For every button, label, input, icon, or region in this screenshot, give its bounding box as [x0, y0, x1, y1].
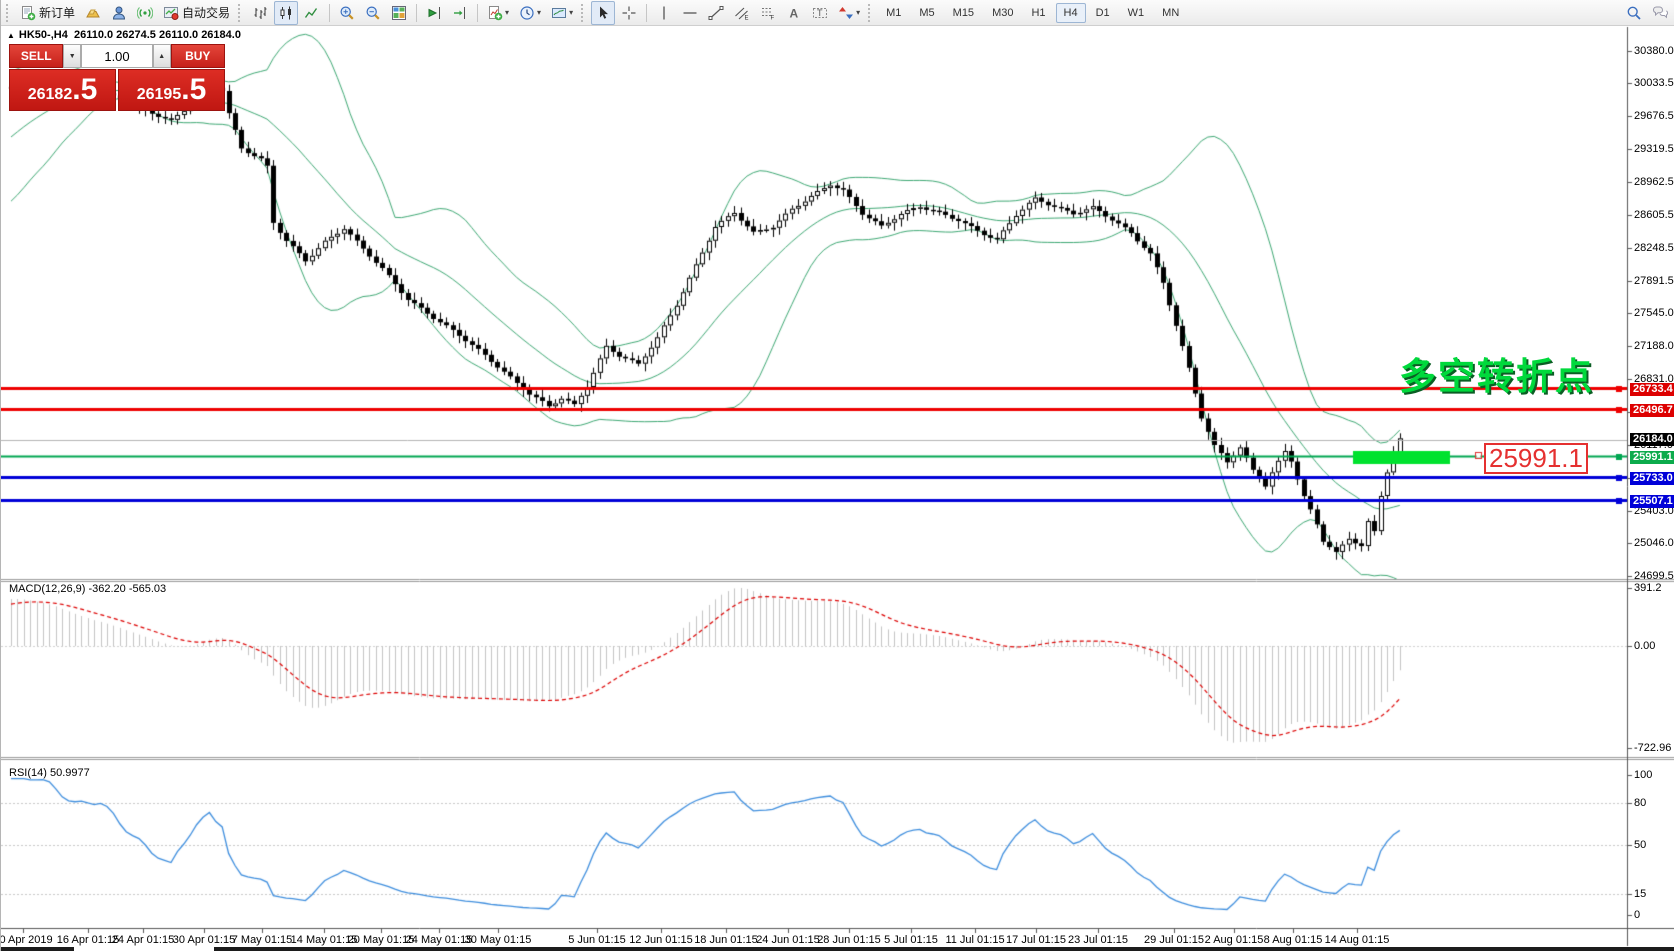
mt4-window: 新订单自动交易▾▾▾EFAT▾M1M5M15M30H1H4D1W1MN ▲HK5…: [0, 0, 1674, 951]
price-level-label: 25991.1: [1630, 451, 1674, 464]
time-tick-label: 30 May 01:15: [465, 934, 532, 946]
time-tick-label: 20 May 01:15: [348, 934, 415, 946]
price-tick: 24699.5: [1634, 570, 1674, 582]
price-tick: 29676.5: [1634, 110, 1674, 122]
time-tick-label: 12 Jun 01:15: [629, 934, 693, 946]
time-tick-label: 23 Jul 01:15: [1068, 934, 1128, 946]
bottom-scrollbar[interactable]: [1, 947, 74, 951]
time-tick-label: 17 Jul 01:15: [1006, 934, 1066, 946]
rsi-label: RSI(14) 50.9977: [9, 767, 90, 779]
time-tick-label: 18 Jun 01:15: [694, 934, 758, 946]
rsi-tick: 15: [1634, 888, 1646, 900]
price-level-label: 25507.1: [1630, 495, 1674, 508]
price-tick: 27545.0: [1634, 307, 1674, 319]
time-tick-label: 11 Jul 01:15: [945, 934, 1004, 946]
time-tick-label: 14 Aug 01:15: [1325, 934, 1390, 946]
rsi-tick: 80: [1634, 797, 1646, 809]
macd-tick: 391.2: [1634, 582, 1662, 594]
volume-input[interactable]: [81, 44, 153, 68]
price-tick: 30033.5: [1634, 77, 1674, 89]
buy-price-main: 26195: [137, 75, 182, 115]
macd-label: MACD(12,26,9) -362.20 -565.03: [9, 583, 166, 595]
price-tick: 25046.0: [1634, 537, 1674, 549]
price-level-label: 26496.7: [1630, 404, 1674, 417]
sell-price-box[interactable]: 26182 .5: [9, 69, 116, 111]
rsi-tick: 100: [1634, 769, 1652, 781]
macd-tick: -722.96: [1634, 742, 1671, 754]
sell-price-main: 26182: [28, 75, 73, 115]
time-tick-label: 29 Jul 01:15: [1144, 934, 1204, 946]
buy-price-pips: .5: [181, 70, 206, 110]
symbol-name: HK50-,H4: [19, 29, 68, 41]
price-tick: 28605.5: [1634, 209, 1674, 221]
price-level-label: 26733.4: [1630, 383, 1674, 396]
time-tick-label: 5 Jul 01:15: [884, 934, 938, 946]
time-tick-label: 10 Apr 2019: [0, 934, 53, 946]
sell-price-pips: .5: [72, 70, 97, 110]
buy-price-box[interactable]: 26195 .5: [118, 69, 225, 111]
rsi-tick: 0: [1634, 909, 1640, 921]
price-tick: 28248.5: [1634, 242, 1674, 254]
cn-annotation[interactable]: 多空转折点: [1399, 346, 1594, 400]
time-tick-label: 16 Apr 01:15: [57, 934, 119, 946]
time-tick-label: 24 May 01:15: [406, 934, 473, 946]
symbol-ohlc: 26110.0 26274.5 26110.0 26184.0: [74, 29, 241, 41]
price-level-label: 25733.0: [1630, 472, 1674, 485]
sell-button[interactable]: SELL: [9, 44, 63, 68]
bottom-window-edge: [214, 947, 1674, 951]
time-tick-label: 30 Apr 01:15: [173, 934, 235, 946]
symbol-line: ▲ HK50-,H4 26110.0 26274.5 26110.0 26184.…: [7, 29, 241, 41]
time-tick-label: 8 Aug 01:15: [1264, 934, 1323, 946]
macd-tick: 0.00: [1634, 640, 1655, 652]
time-tick-label: 24 Jun 01:15: [756, 934, 820, 946]
time-tick-label: 2 Aug 01:15: [1205, 934, 1264, 946]
price-tick: 27891.5: [1634, 275, 1674, 287]
chart-canvas[interactable]: [1, 0, 1674, 951]
time-tick-label: 28 Jun 01:15: [817, 934, 881, 946]
price-level-label: 26184.0: [1630, 433, 1674, 446]
price-level-box[interactable]: 25991.1: [1484, 443, 1588, 474]
price-tick: 29319.5: [1634, 143, 1674, 155]
buy-button[interactable]: BUY: [171, 44, 225, 68]
rsi-tick: 50: [1634, 839, 1646, 851]
volume-down-button[interactable]: ▼: [63, 44, 81, 68]
panel-collapse-arrow[interactable]: ▲: [7, 31, 15, 40]
price-tick: 27188.0: [1634, 340, 1674, 352]
one-click-trading-panel: SELL ▼ ▲ BUY 26182 .5 26195 .5: [9, 44, 225, 111]
time-tick-label: 24 Apr 01:15: [112, 934, 174, 946]
time-tick-label: 7 May 01:15: [232, 934, 293, 946]
price-tick: 28962.5: [1634, 176, 1674, 188]
volume-up-button[interactable]: ▲: [153, 44, 171, 68]
time-tick-label: 5 Jun 01:15: [568, 934, 626, 946]
price-tick: 30380.0: [1634, 45, 1674, 57]
